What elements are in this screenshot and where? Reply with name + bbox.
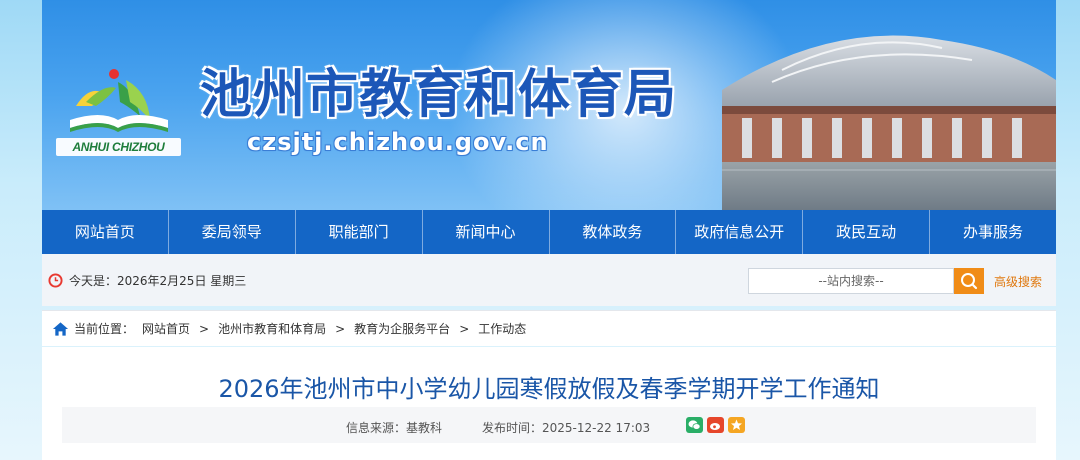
info-bar: 今天是：2026年2月25日 星期三 --站内搜索-- 高级搜索 (42, 254, 1056, 306)
date-display: 今天是：2026年2月25日 星期三 (48, 272, 246, 289)
home-icon (52, 321, 69, 336)
search-button[interactable] (954, 268, 984, 294)
breadcrumb-separator: > (199, 321, 210, 336)
article-meta: 信息来源：基教科 发布时间：2025-12-22 17:03 (62, 407, 1036, 443)
article-source: 信息来源：基教科 (346, 421, 443, 435)
article-panel: 2026年池州市中小学幼儿园寒假放假及春季学期开学工作通知 信息来源：基教科 发… (42, 347, 1056, 460)
nav-item-home[interactable]: 网站首页 (42, 210, 169, 254)
weibo-icon[interactable] (707, 417, 724, 433)
nav-item-interaction[interactable]: 政民互动 (803, 210, 931, 254)
logo-emblem-icon (70, 69, 168, 132)
nav-item-news[interactable]: 新闻中心 (423, 210, 550, 254)
nav-item-gov-info[interactable]: 政府信息公开 (676, 210, 804, 254)
wechat-icon[interactable] (686, 417, 703, 433)
nav-item-affairs[interactable]: 教体政务 (550, 210, 677, 254)
breadcrumb-platform[interactable]: 教育为企服务平台 (354, 320, 450, 337)
breadcrumb-bureau[interactable]: 池州市教育和体育局 (218, 320, 326, 337)
search-icon (961, 273, 978, 290)
search-input[interactable]: --站内搜索-- (748, 268, 954, 294)
breadcrumb-home[interactable]: 网站首页 (142, 320, 190, 337)
site-banner: ANHUI CHIZHOU 池州市教育和体育局 czsjtj.chizhou.g… (42, 0, 1056, 210)
nav-item-departments[interactable]: 职能部门 (296, 210, 423, 254)
breadcrumb-prefix: 当前位置： (74, 322, 135, 336)
nav-item-leadership[interactable]: 委局领导 (169, 210, 296, 254)
site-domain: czsjtj.chizhou.gov.cn (247, 128, 549, 156)
share-buttons (686, 417, 745, 433)
article-publish-time: 发布时间：2025-12-22 17:03 (482, 421, 651, 435)
breadcrumb: 当前位置： 网站首页 > 池州市教育和体育局 > 教育为企服务平台 > 工作动态 (42, 310, 1056, 346)
site-logo[interactable]: ANHUI CHIZHOU (56, 62, 181, 157)
breadcrumb-current[interactable]: 工作动态 (478, 320, 526, 337)
date-text: 今天是：2026年2月25日 星期三 (69, 274, 247, 288)
nav-item-services[interactable]: 办事服务 (930, 210, 1056, 254)
logo-text: ANHUI CHIZHOU (56, 138, 181, 156)
article-title: 2026年池州市中小学幼儿园寒假放假及春季学期开学工作通知 (218, 375, 880, 403)
main-nav: 网站首页 委局领导 职能部门 新闻中心 教体政务 政府信息公开 政民互动 办事服… (42, 210, 1056, 254)
stadium-photo (722, 35, 1056, 210)
advanced-search-link[interactable]: 高级搜索 (994, 273, 1042, 290)
qzone-icon[interactable] (728, 417, 745, 433)
site-title: 池州市教育和体育局 (200, 65, 678, 125)
clock-icon (48, 273, 63, 288)
breadcrumb-separator: > (335, 321, 346, 336)
breadcrumb-separator: > (459, 321, 470, 336)
